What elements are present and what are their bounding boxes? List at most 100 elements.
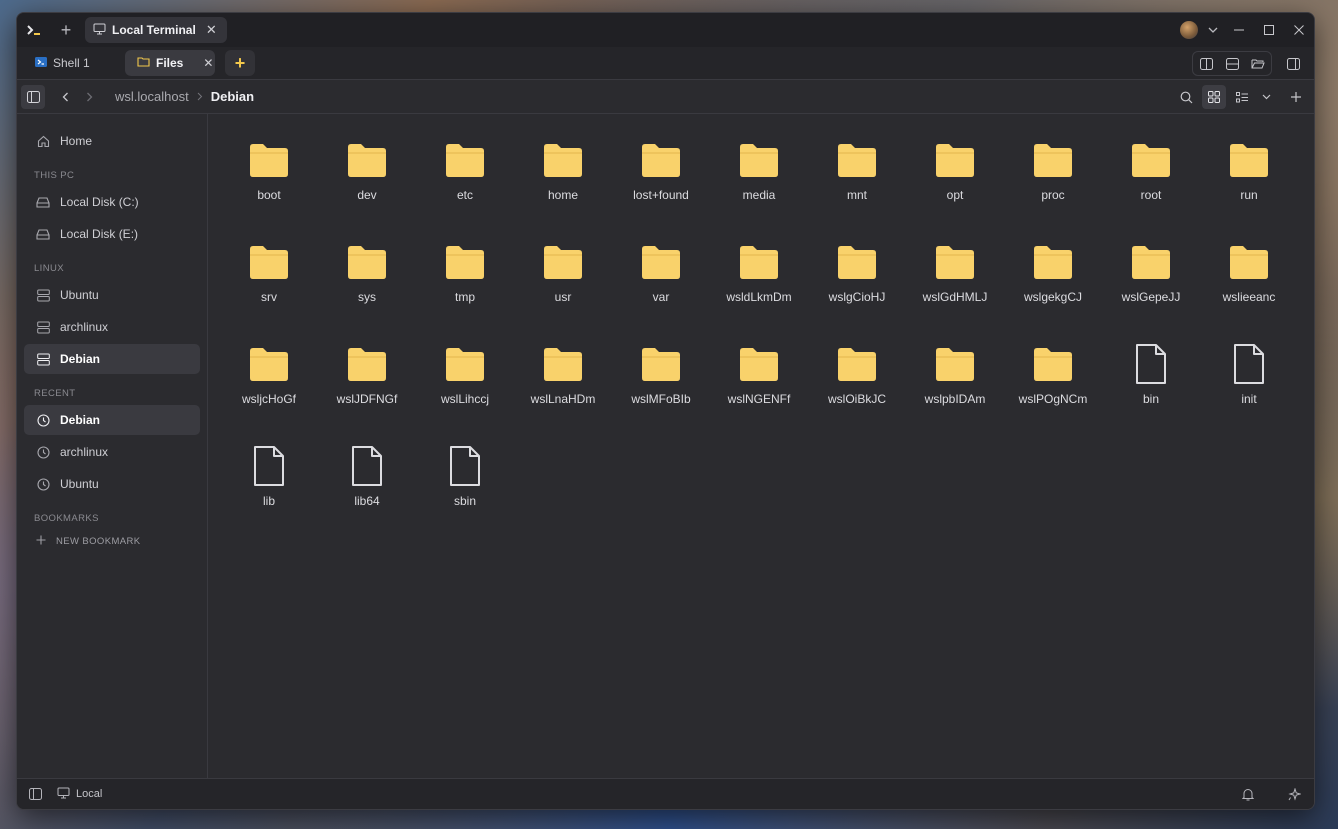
folder-item[interactable]: wsldLkmDm — [710, 238, 808, 340]
recent-item-archlinux[interactable]: archlinux — [24, 437, 200, 467]
forward-icon[interactable] — [77, 85, 101, 109]
new-bookmark-button[interactable]: NEW BOOKMARK — [24, 530, 200, 552]
avatar[interactable] — [1180, 21, 1198, 39]
folder-item[interactable]: run — [1200, 136, 1298, 238]
sidebar-item-home[interactable]: Home — [24, 126, 200, 156]
folder-icon — [1029, 340, 1077, 388]
folder-item[interactable]: wslPOgNCm — [1004, 340, 1102, 442]
powershell-icon — [35, 56, 47, 71]
file-icon — [1225, 340, 1273, 388]
panel-toggle-icon[interactable] — [21, 780, 49, 808]
plus-icon — [36, 535, 46, 548]
sidebar-item-archlinux[interactable]: archlinux — [24, 312, 200, 342]
folder-item[interactable]: tmp — [416, 238, 514, 340]
item-label: wslLihccj — [440, 392, 489, 406]
folder-item[interactable]: wslOiBkJC — [808, 340, 906, 442]
folder-item[interactable]: proc — [1004, 136, 1102, 238]
folder-item[interactable]: sys — [318, 238, 416, 340]
folder-item[interactable]: opt — [906, 136, 1004, 238]
folder-item[interactable]: var — [612, 238, 710, 340]
folder-item[interactable]: media — [710, 136, 808, 238]
folder-item[interactable]: dev — [318, 136, 416, 238]
chevron-down-icon[interactable] — [1202, 13, 1224, 47]
sparkle-icon[interactable] — [1280, 780, 1308, 808]
plus-icon[interactable] — [1284, 85, 1308, 109]
maximize-icon[interactable] — [1254, 13, 1284, 47]
file-item[interactable]: lib64 — [318, 442, 416, 544]
file-item[interactable]: init — [1200, 340, 1298, 442]
item-label: mnt — [846, 188, 867, 202]
folder-item[interactable]: wslGepeJJ — [1102, 238, 1200, 340]
folder-item[interactable]: wslieeanc — [1200, 238, 1298, 340]
folder-item[interactable]: wslLnaHDm — [514, 340, 612, 442]
folder-item[interactable]: usr — [514, 238, 612, 340]
split-vertical-icon[interactable] — [1193, 52, 1219, 75]
file-item[interactable]: sbin — [416, 442, 514, 544]
server-icon — [36, 352, 50, 366]
back-icon[interactable] — [53, 85, 77, 109]
item-label: var — [652, 290, 670, 304]
breadcrumb-current[interactable]: Debian — [211, 89, 254, 104]
file-item[interactable]: lib — [220, 442, 318, 544]
folder-item[interactable]: wsljcHoGf — [220, 340, 318, 442]
recent-item-debian[interactable]: Debian — [24, 405, 200, 435]
folder-item[interactable]: home — [514, 136, 612, 238]
view-controls — [1174, 85, 1308, 109]
folder-item[interactable]: boot — [220, 136, 318, 238]
folder-item[interactable]: srv — [220, 238, 318, 340]
item-label: sbin — [453, 494, 476, 508]
sidebar-item-debian[interactable]: Debian — [24, 344, 200, 374]
folder-item[interactable]: wslNGENFf — [710, 340, 808, 442]
folder-item[interactable]: wslMFoBIb — [612, 340, 710, 442]
bell-icon[interactable] — [1234, 780, 1262, 808]
sidebar-item-local-disk-c[interactable]: Local Disk (C:) — [24, 187, 200, 217]
folder-icon — [1127, 238, 1175, 286]
folder-item[interactable]: wslGdHMLJ — [906, 238, 1004, 340]
split-horizontal-icon[interactable] — [1219, 52, 1245, 75]
folder-icon — [539, 340, 587, 388]
grid-view-icon[interactable] — [1202, 85, 1226, 109]
list-view-icon[interactable] — [1230, 85, 1254, 109]
folder-item[interactable]: wslJDFNGf — [318, 340, 416, 442]
sidebar-toggle-icon[interactable] — [21, 84, 45, 109]
new-window-tab-button[interactable]: + — [51, 13, 81, 47]
folder-icon — [245, 136, 293, 184]
sidebar-item-ubuntu[interactable]: Ubuntu — [24, 280, 200, 310]
folder-item[interactable]: mnt — [808, 136, 906, 238]
folder-icon — [1029, 238, 1077, 286]
folder-item[interactable]: wslpbIDAm — [906, 340, 1004, 442]
folder-item[interactable]: etc — [416, 136, 514, 238]
item-label: lost+found — [633, 188, 689, 202]
tab-files[interactable]: Files ✕ — [125, 50, 215, 76]
folder-item[interactable]: lost+found — [612, 136, 710, 238]
item-label: wsldLkmDm — [726, 290, 792, 304]
folder-icon — [343, 340, 391, 388]
item-label: run — [1240, 188, 1258, 202]
minimize-icon[interactable] — [1224, 13, 1254, 47]
file-icon — [441, 442, 489, 490]
file-icon — [343, 442, 391, 490]
search-icon[interactable] — [1174, 85, 1198, 109]
tab-local-terminal[interactable]: Local Terminal ✕ — [85, 17, 227, 43]
item-label: usr — [554, 290, 572, 304]
file-item[interactable]: bin — [1102, 340, 1200, 442]
close-tab-icon[interactable]: ✕ — [203, 56, 213, 70]
open-folder-icon[interactable] — [1245, 52, 1271, 75]
breadcrumb-host[interactable]: wsl.localhost — [115, 89, 189, 104]
recent-item-ubuntu[interactable]: Ubuntu — [24, 469, 200, 499]
folder-item[interactable]: wslLihccj — [416, 340, 514, 442]
folder-item[interactable]: wslgCioHJ — [808, 238, 906, 340]
add-tab-button[interactable]: + — [225, 50, 255, 76]
section-heading-bookmarks: BOOKMARKS — [34, 513, 99, 524]
close-window-icon[interactable] — [1284, 13, 1314, 47]
close-tab-icon[interactable]: ✕ — [206, 22, 217, 38]
tab-shell-1[interactable]: Shell 1 — [23, 50, 119, 76]
right-panel-icon[interactable] — [1280, 52, 1306, 75]
terminal-prompt-icon[interactable] — [17, 13, 51, 47]
connection-status[interactable]: Local — [57, 787, 102, 802]
chevron-down-icon[interactable] — [1258, 85, 1274, 109]
folder-item[interactable]: wslgekgCJ — [1004, 238, 1102, 340]
folder-item[interactable]: root — [1102, 136, 1200, 238]
folder-icon — [637, 136, 685, 184]
sidebar-item-local-disk-e[interactable]: Local Disk (E:) — [24, 219, 200, 249]
